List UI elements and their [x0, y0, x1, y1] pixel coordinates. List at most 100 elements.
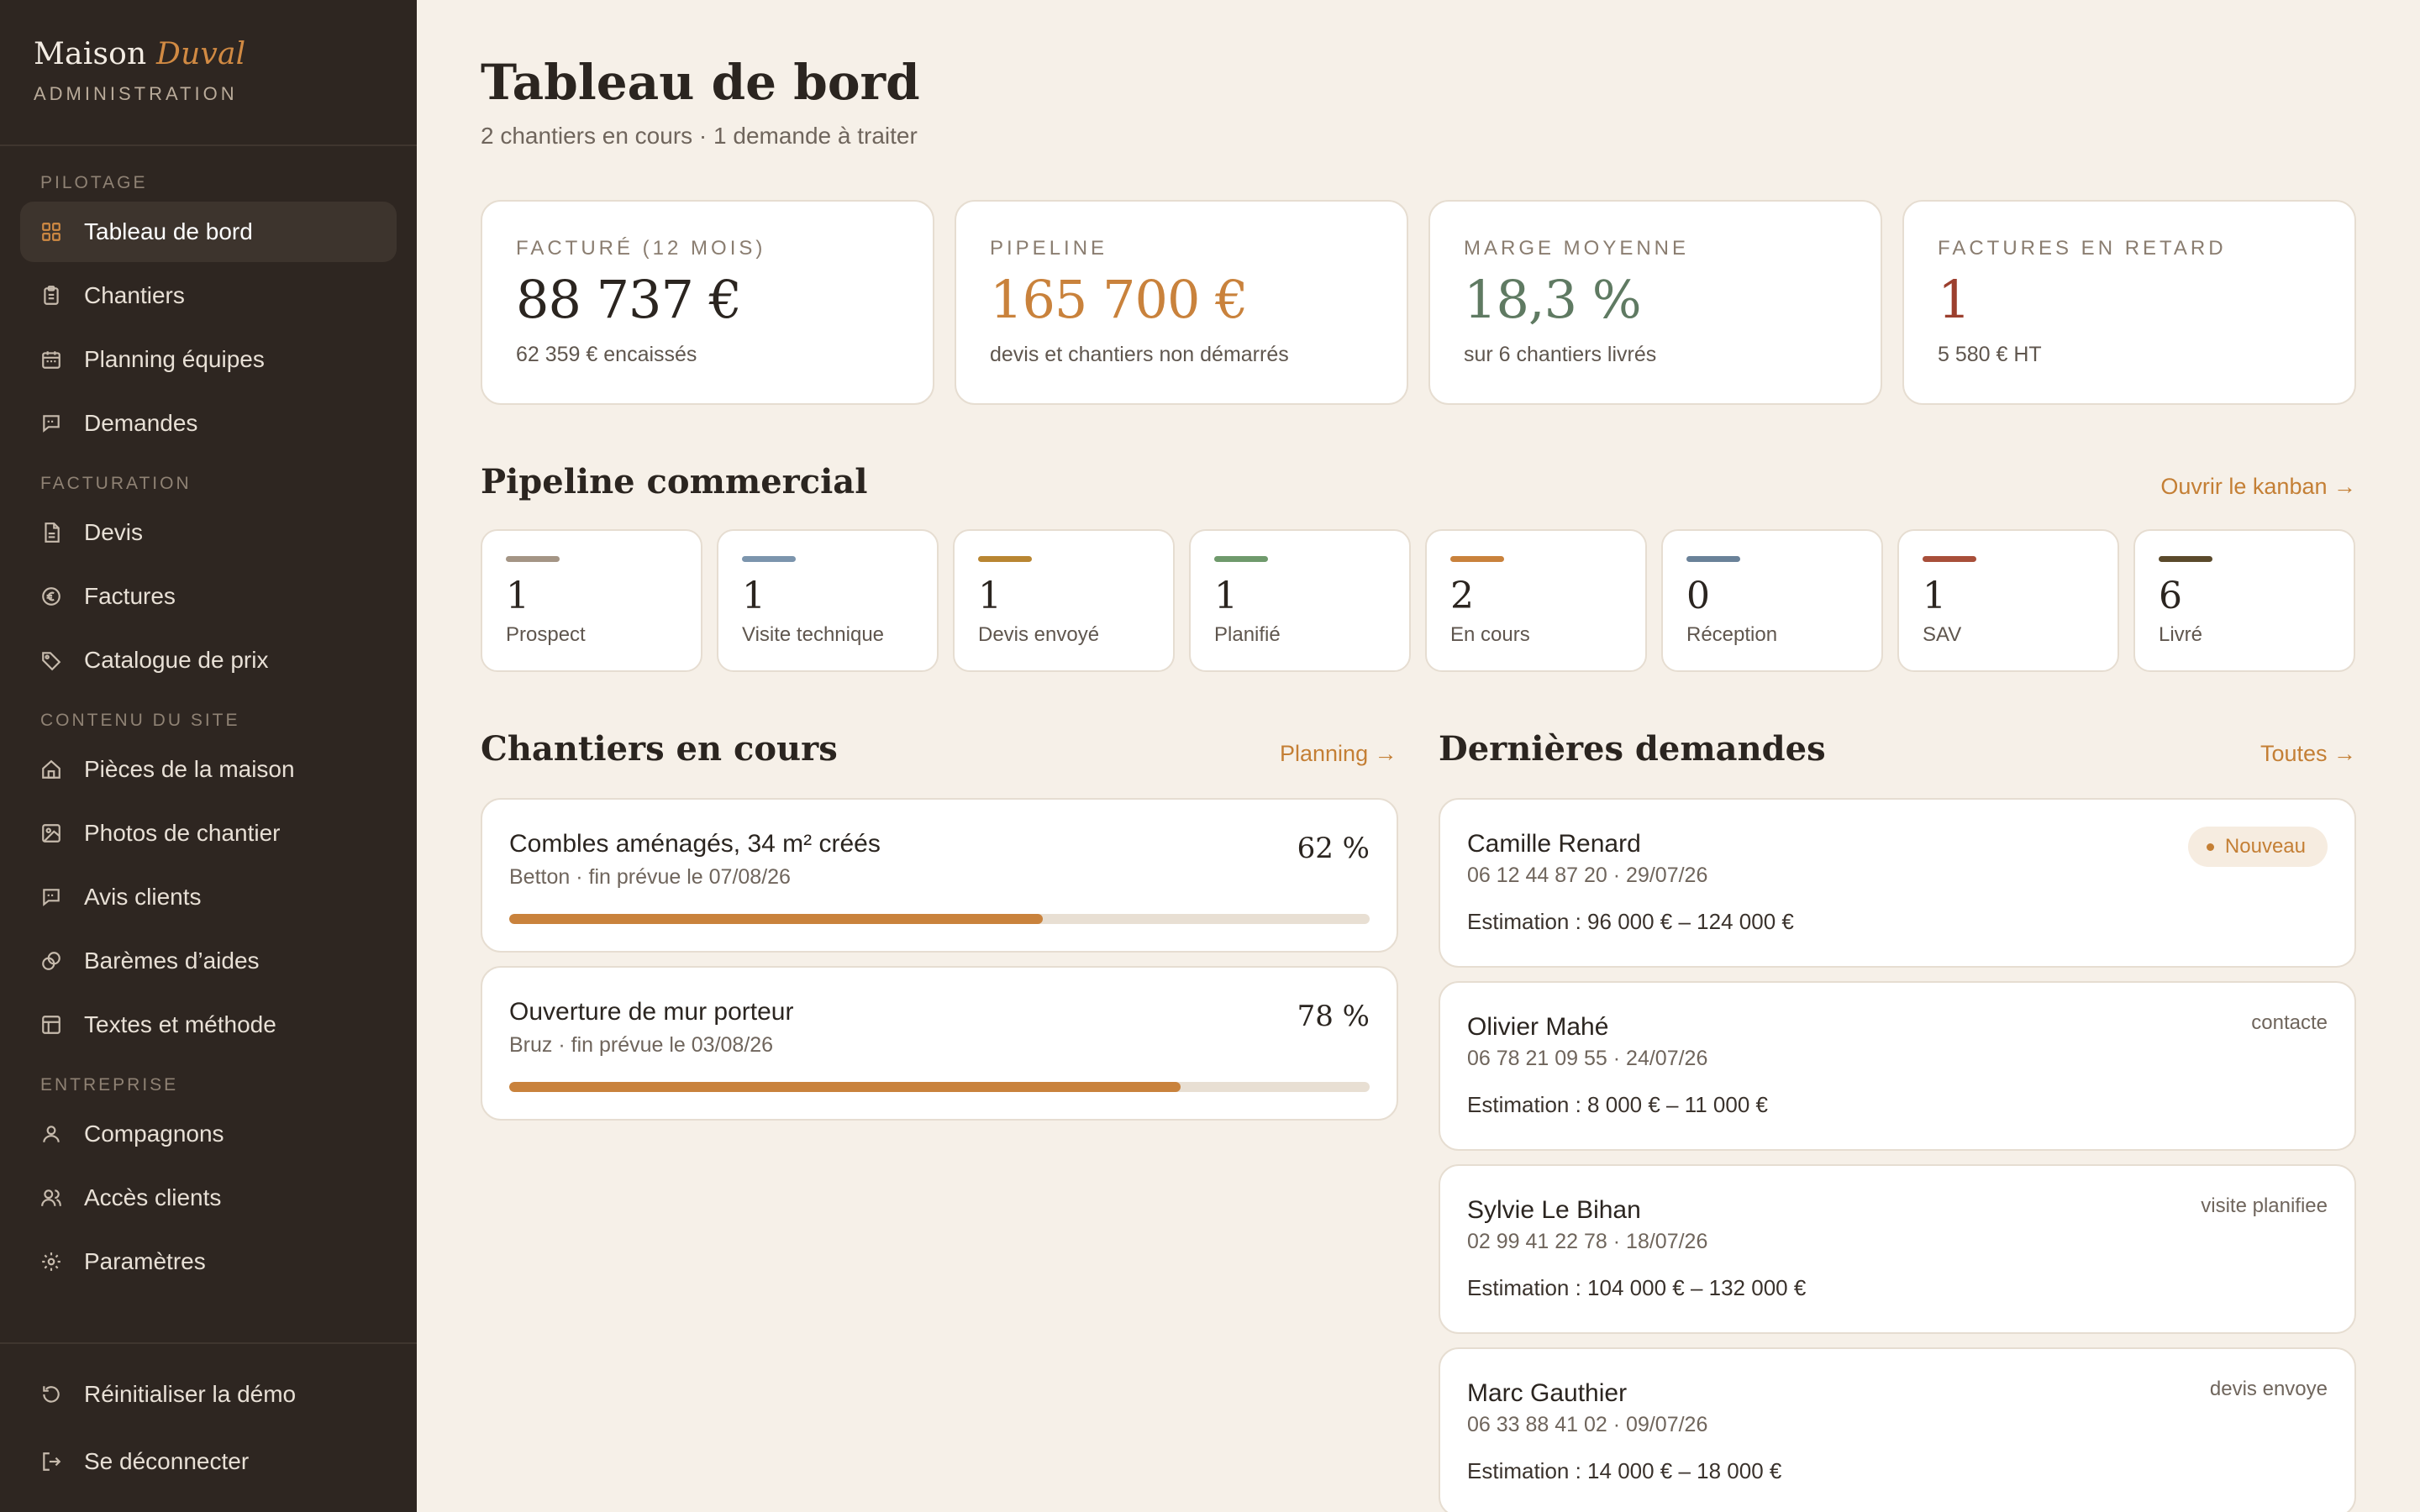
sidebar-item-label: Accès clients: [84, 1184, 222, 1210]
sidebar-item-devis[interactable]: Devis: [20, 502, 397, 563]
sidebar-item-chantiers[interactable]: Chantiers: [20, 265, 397, 326]
nav-section-pilotage: PILOTAGE Tableau de bord Chantiers Plann…: [20, 166, 397, 454]
request-status: contacte: [2251, 1011, 2328, 1034]
request-estimate: Estimation : 96 000 € – 124 000 €: [1467, 909, 1794, 934]
request-card[interactable]: Marc Gauthier 06 33 88 41 02 · 09/07/26 …: [1439, 1347, 2356, 1512]
document-icon: [45, 522, 60, 543]
calendar-icon: [42, 351, 60, 369]
project-title: Combles aménagés, 34 m² créés: [509, 830, 881, 858]
image-icon: [42, 824, 60, 843]
sidebar-item-label: Barèmes d’aides: [84, 948, 260, 974]
kpi-card-facture: FACTURÉ (12 MOIS) 88 737 € 62 359 € enca…: [481, 200, 934, 405]
stage-label: Réception: [1686, 623, 1778, 646]
stage-color-bar: [1686, 556, 1740, 562]
stage-count: 0: [1686, 575, 1710, 617]
sidebar-item-parametres[interactable]: Paramètres: [20, 1231, 397, 1292]
sidebar: Maison Duval ADMINISTRATION PILOTAGE Tab…: [0, 0, 417, 1512]
request-status: visite planifiee: [2201, 1194, 2328, 1217]
stage-color-bar: [1214, 556, 1268, 562]
brand[interactable]: Maison Duval ADMINISTRATION: [34, 37, 245, 105]
nav-section-title: PILOTAGE: [40, 173, 148, 192]
pipeline-stages: 1 Prospect 1 Visite technique 1 Devis en…: [481, 529, 2356, 672]
kpi-label: PIPELINE: [990, 237, 1108, 260]
stage-label: Livré: [2159, 623, 2203, 646]
request-card[interactable]: Camille Renard 06 12 44 87 20 · 29/07/26…: [1439, 798, 2356, 968]
brand-name-accent: Duval: [156, 37, 246, 71]
sidebar-item-catalogue-de-prix[interactable]: Catalogue de prix: [20, 630, 397, 690]
project-title: Ouverture de mur porteur: [509, 998, 794, 1026]
sidebar-item-baremes-daides[interactable]: Barèmes d’aides: [20, 931, 397, 991]
stage-card[interactable]: 1 Devis envoyé: [953, 529, 1175, 672]
main-content: Tableau de bord 2 chantiers en cours · 1…: [417, 0, 2420, 1512]
stage-card[interactable]: 1 Visite technique: [717, 529, 939, 672]
planning-link[interactable]: Planning →: [1280, 741, 1397, 767]
project-card[interactable]: Ouverture de mur porteur Bruz · fin prév…: [481, 966, 1398, 1121]
sidebar-footer: Réinitialiser la démo Se déconnecter: [0, 1342, 417, 1512]
kpi-label: FACTURES EN RETARD: [1938, 237, 2227, 260]
stage-card[interactable]: 1 Prospect: [481, 529, 702, 672]
sidebar-item-label: Compagnons: [84, 1121, 224, 1147]
divider: [0, 1342, 417, 1344]
sidebar-item-planning-equipes[interactable]: Planning équipes: [20, 329, 397, 390]
kpi-note: sur 6 chantiers livrés: [1464, 343, 1657, 366]
nav-section-title: CONTENU DU SITE: [40, 711, 240, 730]
stage-card[interactable]: 6 Livré: [2133, 529, 2355, 672]
sidebar-item-label: Catalogue de prix: [84, 647, 269, 673]
stage-color-bar: [506, 556, 560, 562]
progress-fill: [509, 914, 1043, 924]
kpi-value: 165 700 €: [990, 269, 1249, 330]
stage-label: Planifié: [1214, 623, 1281, 646]
stage-card[interactable]: 1 Planifié: [1189, 529, 1411, 672]
page-title: Tableau de bord: [481, 54, 920, 111]
kpi-label: FACTURÉ (12 MOIS): [516, 237, 766, 260]
stage-card[interactable]: 2 En cours: [1425, 529, 1647, 672]
sidebar-item-photos-de-chantier[interactable]: Photos de chantier: [20, 803, 397, 864]
project-meta: Bruz · fin prévue le 03/08/26: [509, 1033, 774, 1057]
request-card[interactable]: Olivier Mahé 06 78 21 09 55 · 24/07/26 E…: [1439, 981, 2356, 1151]
sidebar-item-label: Devis: [84, 519, 144, 545]
status-badge: Nouveau: [2187, 827, 2328, 867]
sidebar-item-tableau-de-bord[interactable]: Tableau de bord: [20, 202, 397, 262]
sidebar-item-demandes[interactable]: Demandes: [20, 393, 397, 454]
projects-title: Chantiers en cours: [481, 729, 838, 769]
open-kanban-link[interactable]: Ouvrir le kanban →: [2160, 474, 2356, 500]
sidebar-item-label: Demandes: [84, 410, 198, 436]
sidebar-item-acces-clients[interactable]: Accès clients: [20, 1168, 397, 1228]
request-name: Olivier Mahé: [1467, 1013, 1609, 1041]
brand-name-main: Maison: [34, 37, 147, 71]
sidebar-item-compagnons[interactable]: Compagnons: [20, 1104, 397, 1164]
sidebar-item-avis-clients[interactable]: Avis clients: [20, 867, 397, 927]
reset-demo-label: Réinitialiser la démo: [84, 1381, 297, 1407]
kpi-card-pipeline: PIPELINE 165 700 € devis et chantiers no…: [955, 200, 1408, 405]
message-icon: [43, 415, 60, 433]
sidebar-item-label: Textes et méthode: [84, 1011, 276, 1037]
stage-label: Visite technique: [742, 623, 885, 646]
stage-count: 1: [506, 575, 529, 617]
request-card[interactable]: Sylvie Le Bihan 02 99 41 22 78 · 18/07/2…: [1439, 1164, 2356, 1334]
reset-demo-button[interactable]: Réinitialiser la démo: [40, 1378, 296, 1411]
user-icon: [43, 1126, 60, 1142]
stage-card[interactable]: 1 SAV: [1897, 529, 2119, 672]
sidebar-item-factures[interactable]: Factures: [20, 566, 397, 627]
nav-section-entreprise: ENTREPRISE Compagnons Accès clients Para…: [20, 1068, 397, 1292]
logout-label: Se déconnecter: [84, 1448, 250, 1474]
euro-icon: [42, 587, 60, 606]
project-card[interactable]: Combles aménagés, 34 m² créés Betton · f…: [481, 798, 1398, 953]
sidebar-item-textes-et-methode[interactable]: Textes et méthode: [20, 995, 397, 1055]
kpi-label: MARGE MOYENNE: [1464, 237, 1690, 260]
stage-card[interactable]: 0 Réception: [1661, 529, 1883, 672]
stage-count: 6: [2159, 575, 2182, 617]
request-name: Camille Renard: [1467, 830, 1641, 858]
sidebar-item-label: Photos de chantier: [84, 820, 281, 846]
sidebar-item-pieces-de-la-maison[interactable]: Pièces de la maison: [20, 739, 397, 800]
tag-icon: [42, 652, 61, 671]
progress-fill: [509, 1082, 1181, 1092]
stage-color-bar: [2159, 556, 2212, 562]
request-estimate: Estimation : 8 000 € – 11 000 €: [1467, 1092, 1768, 1117]
gear-icon: [42, 1252, 60, 1271]
clipboard-icon: [44, 286, 59, 305]
stage-label: SAV: [1923, 623, 1962, 646]
sidebar-item-label: Pièces de la maison: [84, 756, 295, 782]
logout-button[interactable]: Se déconnecter: [40, 1445, 249, 1478]
all-requests-link[interactable]: Toutes →: [2260, 741, 2356, 767]
